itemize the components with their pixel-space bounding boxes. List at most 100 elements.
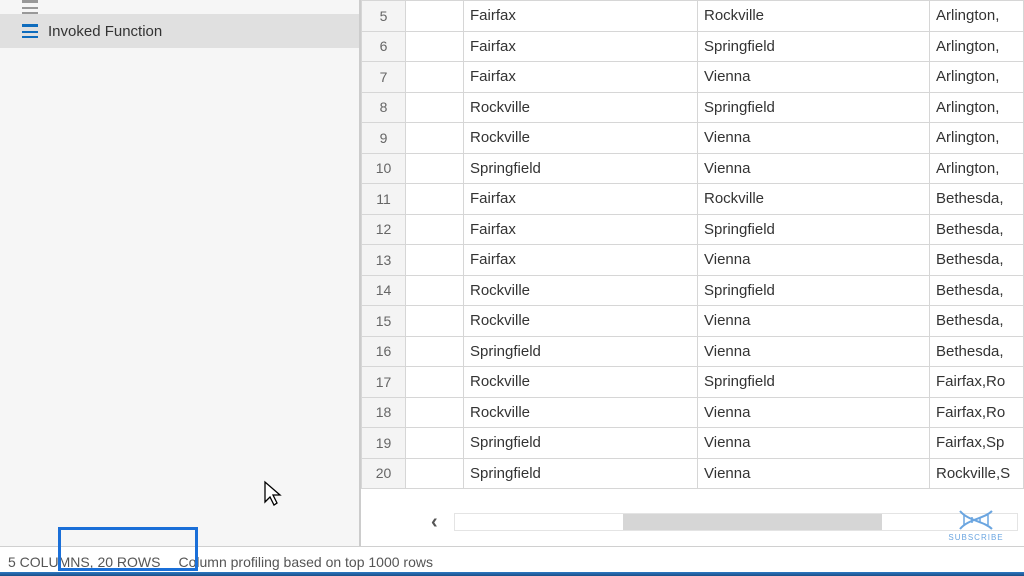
cell[interactable]: Springfield [698, 92, 930, 123]
cell[interactable]: Vienna [698, 458, 930, 489]
cell-blank[interactable] [406, 397, 464, 428]
cell[interactable]: Arlington, [930, 62, 1024, 93]
table-row[interactable]: 10 SpringfieldViennaArlington, [362, 153, 1024, 184]
cell[interactable]: Vienna [698, 428, 930, 459]
table-row[interactable]: 5 FairfaxRockvilleArlington, [362, 1, 1024, 32]
cell[interactable]: Arlington, [930, 1, 1024, 32]
cell[interactable]: Vienna [698, 123, 930, 154]
cell[interactable]: Springfield [698, 367, 930, 398]
table-row[interactable]: 20SpringfieldViennaRockville,S [362, 458, 1024, 489]
cell-blank[interactable] [406, 367, 464, 398]
cell[interactable]: Vienna [698, 397, 930, 428]
cell[interactable]: Rockville [464, 92, 698, 123]
table-row[interactable]: 8 RockvilleSpringfieldArlington, [362, 92, 1024, 123]
cell-blank[interactable] [406, 275, 464, 306]
cell[interactable]: Springfield [698, 214, 930, 245]
table-row[interactable]: 7 FairfaxViennaArlington, [362, 62, 1024, 93]
cell[interactable]: Bethesda, [930, 336, 1024, 367]
cell[interactable]: Rockville [698, 184, 930, 215]
table-row[interactable]: 9 RockvilleViennaArlington, [362, 123, 1024, 154]
cell[interactable]: Arlington, [930, 92, 1024, 123]
table-row[interactable]: 6 FairfaxSpringfieldArlington, [362, 31, 1024, 62]
cell[interactable]: Springfield [464, 153, 698, 184]
table-row[interactable]: 15 RockvilleViennaBethesda, [362, 306, 1024, 337]
cell[interactable]: Bethesda, [930, 275, 1024, 306]
cell[interactable]: Bethesda, [930, 245, 1024, 276]
row-index[interactable]: 5 [362, 1, 406, 32]
cell[interactable]: Arlington, [930, 31, 1024, 62]
cell[interactable]: Fairfax [464, 214, 698, 245]
cell[interactable]: Bethesda, [930, 184, 1024, 215]
row-index[interactable]: 7 [362, 62, 406, 93]
cell-blank[interactable] [406, 428, 464, 459]
table-row[interactable]: 11FairfaxRockvilleBethesda, [362, 184, 1024, 215]
cell[interactable]: Springfield [464, 336, 698, 367]
row-index[interactable]: 15 [362, 306, 406, 337]
cell-blank[interactable] [406, 214, 464, 245]
cell[interactable]: Rockville [464, 275, 698, 306]
subscribe-watermark[interactable]: SUBSCRIBE [946, 509, 1006, 542]
scroll-thumb[interactable] [623, 514, 882, 530]
cell[interactable]: Rockville [464, 123, 698, 154]
cell-blank[interactable] [406, 458, 464, 489]
profiling-info[interactable]: Column profiling based on top 1000 rows [178, 554, 433, 570]
cell[interactable]: Fairfax [464, 245, 698, 276]
cell[interactable]: Fairfax,Sp [930, 428, 1024, 459]
cell[interactable]: Vienna [698, 306, 930, 337]
row-index[interactable]: 6 [362, 31, 406, 62]
row-index[interactable]: 19 [362, 428, 406, 459]
cell-blank[interactable] [406, 123, 464, 154]
table-row[interactable]: 14 RockvilleSpringfieldBethesda, [362, 275, 1024, 306]
cell[interactable]: Rockville [464, 397, 698, 428]
cell-blank[interactable] [406, 306, 464, 337]
scroll-left-button[interactable]: ‹ [421, 511, 448, 534]
row-index[interactable]: 20 [362, 458, 406, 489]
cell[interactable]: Rockville,S [930, 458, 1024, 489]
table-row[interactable]: 19 SpringfieldViennaFairfax,Sp [362, 428, 1024, 459]
cell-blank[interactable] [406, 153, 464, 184]
cell[interactable]: Fairfax [464, 62, 698, 93]
cell[interactable]: Rockville [464, 306, 698, 337]
cell[interactable]: Vienna [698, 153, 930, 184]
row-index[interactable]: 14 [362, 275, 406, 306]
row-index[interactable]: 10 [362, 153, 406, 184]
query-item[interactable] [0, 0, 359, 14]
cell[interactable]: Fairfax,Ro [930, 397, 1024, 428]
cell[interactable]: Arlington, [930, 153, 1024, 184]
cell-blank[interactable] [406, 1, 464, 32]
cell[interactable]: Fairfax,Ro [930, 367, 1024, 398]
cell[interactable]: Rockville [698, 1, 930, 32]
cell[interactable]: Arlington, [930, 123, 1024, 154]
cell[interactable]: Bethesda, [930, 214, 1024, 245]
row-index[interactable]: 8 [362, 92, 406, 123]
cell[interactable]: Vienna [698, 245, 930, 276]
row-index[interactable]: 13 [362, 245, 406, 276]
cell-blank[interactable] [406, 62, 464, 93]
table-row[interactable]: 18 RockvilleViennaFairfax,Ro [362, 397, 1024, 428]
data-grid[interactable]: 5FairfaxRockvilleArlington,6FairfaxSprin… [361, 0, 1024, 489]
cell-blank[interactable] [406, 336, 464, 367]
row-index[interactable]: 16 [362, 336, 406, 367]
cell[interactable]: Rockville [464, 367, 698, 398]
cell[interactable]: Vienna [698, 336, 930, 367]
row-index[interactable]: 9 [362, 123, 406, 154]
cell[interactable]: Bethesda, [930, 306, 1024, 337]
table-row[interactable]: 13 FairfaxViennaBethesda, [362, 245, 1024, 276]
cell-blank[interactable] [406, 92, 464, 123]
table-row[interactable]: 17RockvilleSpringfieldFairfax,Ro [362, 367, 1024, 398]
scroll-track[interactable] [454, 513, 1018, 531]
row-index[interactable]: 11 [362, 184, 406, 215]
cell-blank[interactable] [406, 31, 464, 62]
cell-blank[interactable] [406, 245, 464, 276]
cell[interactable]: Vienna [698, 62, 930, 93]
cell[interactable]: Fairfax [464, 1, 698, 32]
row-index[interactable]: 18 [362, 397, 406, 428]
row-index[interactable]: 12 [362, 214, 406, 245]
cell[interactable]: Fairfax [464, 31, 698, 62]
cell[interactable]: Springfield [698, 31, 930, 62]
table-row[interactable]: 16 SpringfieldViennaBethesda, [362, 336, 1024, 367]
cell[interactable]: Springfield [698, 275, 930, 306]
cell[interactable]: Springfield [464, 428, 698, 459]
query-item-invoked-function[interactable]: Invoked Function [0, 14, 359, 48]
cell-blank[interactable] [406, 184, 464, 215]
